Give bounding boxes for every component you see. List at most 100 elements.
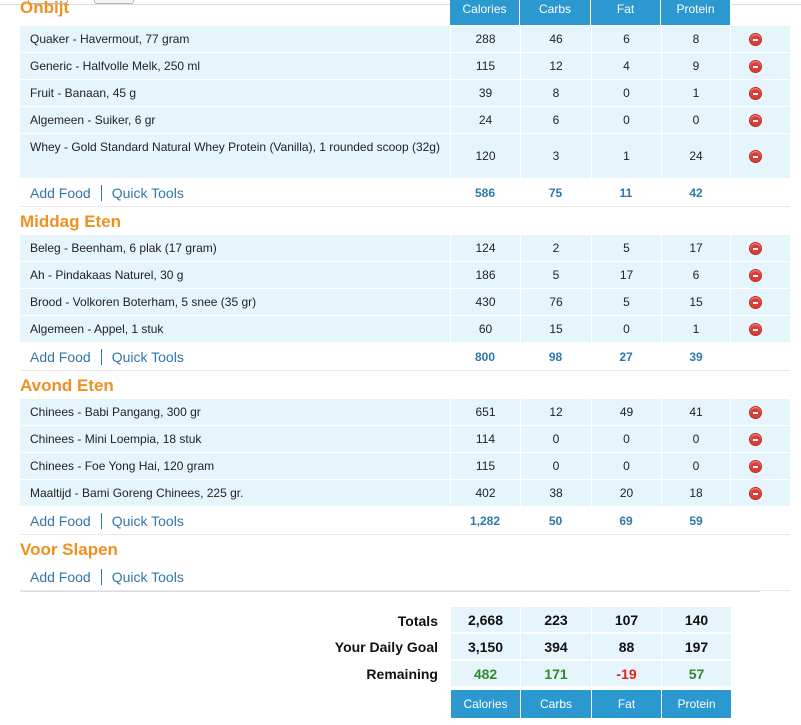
footer-fat: Fat [591, 690, 661, 718]
meal-total-calories: 586 [474, 185, 496, 200]
minus-circle-icon[interactable] [749, 114, 762, 127]
food-carbs: 38 [520, 480, 591, 506]
food-name[interactable]: Chinees - Foe Yong Hai, 120 gram [30, 458, 450, 475]
quick-tools-link[interactable]: Quick Tools [112, 349, 184, 365]
totals-carbs: 223 [520, 607, 591, 633]
food-carbs: 12 [520, 399, 591, 425]
header-calories: Calories [450, 0, 520, 25]
summary-divider [20, 591, 760, 592]
food-protein: 9 [661, 53, 731, 79]
food-row: Algemeen - Suiker, 6 gr 24 6 0 0 [20, 107, 790, 134]
food-protein: 18 [661, 480, 731, 506]
food-row: Ah - Pindakaas Naturel, 30 g 186 5 17 6 [20, 262, 790, 289]
goal-protein: 197 [661, 634, 731, 660]
food-row: Whey - Gold Standard Natural Whey Protei… [20, 134, 790, 179]
food-name[interactable]: Brood - Volkoren Boterham, 5 snee (35 gr… [30, 294, 450, 311]
meal-title-voor-slapen: Voor Slapen [20, 540, 118, 559]
add-food-link[interactable]: Add Food [30, 513, 91, 529]
header-fat: Fat [591, 0, 661, 25]
minus-circle-icon[interactable] [749, 406, 762, 419]
header-carbs: Carbs [520, 0, 591, 25]
food-name[interactable]: Chinees - Mini Loempia, 18 stuk [30, 431, 450, 448]
remaining-fat: -19 [591, 661, 661, 687]
food-name[interactable]: Algemeen - Suiker, 6 gr [30, 112, 450, 129]
food-carbs: 0 [520, 453, 591, 479]
totals-calories: 2,668 [450, 607, 520, 633]
food-row: Chinees - Babi Pangang, 300 gr 651 12 49… [20, 399, 790, 426]
footer-calories: Calories [450, 690, 520, 718]
minus-circle-icon[interactable] [749, 87, 762, 100]
quick-tools-link[interactable]: Quick Tools [112, 569, 184, 585]
remaining-protein: 57 [661, 661, 731, 687]
food-fat: 20 [591, 480, 661, 506]
link-divider [100, 512, 102, 529]
food-name[interactable]: Beleg - Beenham, 6 plak (17 gram) [30, 240, 450, 257]
food-calories: 651 [450, 399, 520, 425]
daily-goal-label: Your Daily Goal [334, 639, 438, 655]
minus-circle-icon[interactable] [749, 433, 762, 446]
minus-circle-icon[interactable] [749, 150, 762, 163]
meal-title-middag-eten: Middag Eten [20, 212, 122, 231]
food-calories: 24 [450, 107, 520, 133]
food-protein: 0 [661, 107, 731, 133]
meal-total-calories: 1,282 [469, 513, 501, 528]
add-food-link[interactable]: Add Food [30, 349, 91, 365]
meal-title-avond-eten: Avond Eten [20, 376, 114, 395]
goal-calories: 3,150 [450, 634, 520, 660]
meal-total-calories: 800 [474, 349, 496, 364]
food-calories: 402 [450, 480, 520, 506]
minus-circle-icon[interactable] [749, 296, 762, 309]
food-fat: 49 [591, 399, 661, 425]
quick-tools-link[interactable]: Quick Tools [112, 185, 184, 201]
food-name[interactable]: Quaker - Havermout, 77 gram [30, 31, 450, 48]
food-carbs: 76 [520, 289, 591, 315]
food-protein: 15 [661, 289, 731, 315]
food-row: Fruit - Banaan, 45 g 39 8 0 1 [20, 80, 790, 107]
food-calories: 60 [450, 316, 520, 342]
food-fat: 5 [591, 235, 661, 261]
food-name[interactable]: Fruit - Banaan, 45 g [30, 85, 450, 102]
minus-circle-icon[interactable] [749, 60, 762, 73]
minus-circle-icon[interactable] [749, 242, 762, 255]
food-name[interactable]: Maaltijd - Bami Goreng Chinees, 225 gr. [30, 485, 450, 502]
add-food-link[interactable]: Add Food [30, 185, 91, 201]
meal-total-fat: 11 [619, 185, 633, 200]
food-row: Generic - Halfvolle Melk, 250 ml 115 12 … [20, 53, 790, 80]
minus-circle-icon[interactable] [749, 33, 762, 46]
food-carbs: 6 [520, 107, 591, 133]
food-row: Chinees - Foe Yong Hai, 120 gram 115 0 0… [20, 453, 790, 480]
food-protein: 1 [661, 80, 731, 106]
food-name[interactable]: Chinees - Babi Pangang, 300 gr [30, 404, 450, 421]
food-row: Algemeen - Appel, 1 stuk 60 15 0 1 [20, 316, 790, 343]
food-name[interactable]: Whey - Gold Standard Natural Whey Protei… [30, 139, 440, 156]
totals-fat: 107 [591, 607, 661, 633]
meal-actions-row: Add Food Quick Tools 586 75 11 42 [20, 179, 790, 207]
remaining-label: Remaining [366, 666, 438, 682]
food-name[interactable]: Algemeen - Appel, 1 stuk [30, 321, 450, 338]
food-row: Maaltijd - Bami Goreng Chinees, 225 gr. … [20, 480, 790, 507]
footer-carbs: Carbs [520, 690, 591, 718]
meal-total-protein: 39 [689, 349, 703, 364]
add-food-link[interactable]: Add Food [30, 569, 91, 585]
quick-tools-link[interactable]: Quick Tools [112, 513, 184, 529]
food-protein: 6 [661, 262, 731, 288]
food-name[interactable]: Generic - Halfvolle Melk, 250 ml [30, 58, 450, 75]
food-calories: 186 [450, 262, 520, 288]
food-calories: 114 [450, 426, 520, 452]
food-fat: 0 [591, 80, 661, 106]
meal-actions-row: Add Food Quick Tools 800 98 27 39 [20, 343, 790, 371]
link-divider [100, 568, 102, 585]
food-carbs: 3 [520, 134, 591, 178]
food-calories: 124 [450, 235, 520, 261]
food-protein: 0 [661, 426, 731, 452]
minus-circle-icon[interactable] [749, 487, 762, 500]
food-fat: 0 [591, 316, 661, 342]
food-name[interactable]: Ah - Pindakaas Naturel, 30 g [30, 267, 450, 284]
minus-circle-icon[interactable] [749, 269, 762, 282]
food-carbs: 5 [520, 262, 591, 288]
minus-circle-icon[interactable] [749, 460, 762, 473]
link-divider [100, 348, 102, 365]
minus-circle-icon[interactable] [749, 323, 762, 336]
food-row: Beleg - Beenham, 6 plak (17 gram) 124 2 … [20, 235, 790, 262]
food-fat: 4 [591, 53, 661, 79]
